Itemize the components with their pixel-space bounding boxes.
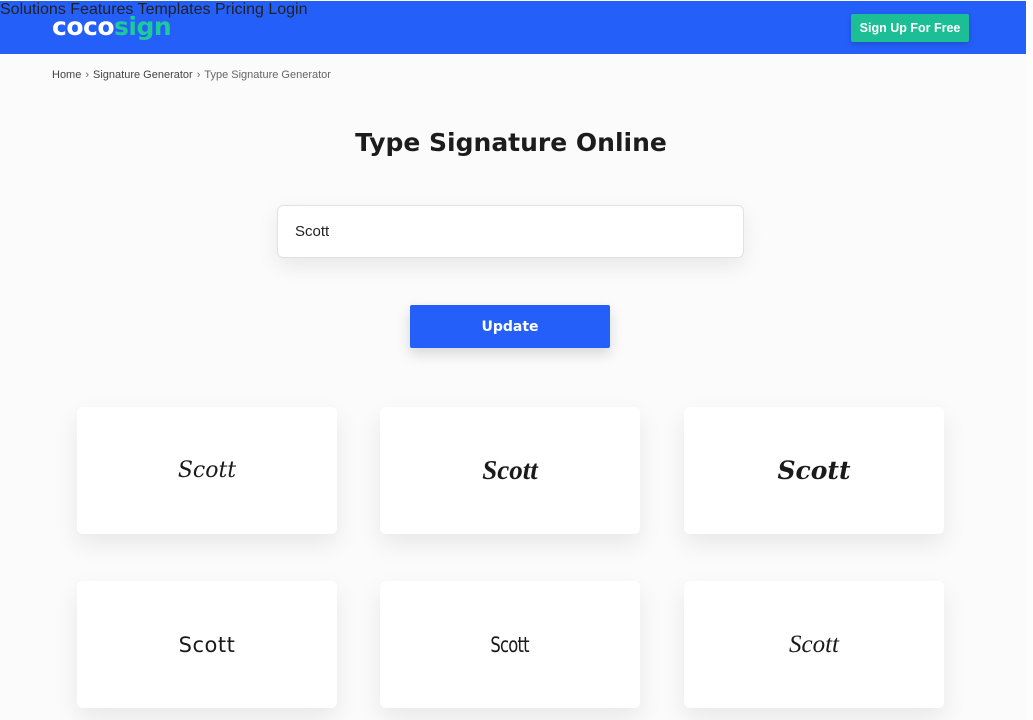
breadcrumb-signature-generator[interactable]: Signature Generator [93, 69, 193, 81]
breadcrumb-separator: › [196, 69, 201, 81]
cocosign-logo[interactable]: cocosign [52, 12, 172, 41]
breadcrumb: Home › Signature Generator › Type Signature … [52, 69, 331, 81]
breadcrumb-current: Type Signature Generator [204, 69, 331, 81]
nav-login[interactable]: Login [268, 1, 307, 18]
page-title: Type Signature Online [355, 128, 667, 157]
signature-card[interactable]: Scott [77, 581, 337, 708]
logo-text-sign: sign [114, 12, 172, 41]
signature-card[interactable]: Scott [380, 581, 640, 708]
signature-preview: Scott [777, 456, 851, 485]
update-button[interactable]: Update [410, 305, 610, 348]
logo-text-coco: coco [52, 12, 115, 41]
signature-preview: Scott [178, 632, 236, 657]
nav-pricing[interactable]: Pricing [215, 1, 264, 18]
breadcrumb-home[interactable]: Home [52, 69, 81, 81]
page: cocosign Solutions Features Templates Pr… [0, 0, 1026, 720]
top-navbar: cocosign Solutions Features Templates Pr… [0, 1, 1026, 54]
signature-card[interactable]: Scott [684, 581, 944, 708]
breadcrumb-separator: › [85, 69, 90, 81]
signature-preview: Scott [482, 455, 538, 485]
signature-preview: Scott [789, 630, 839, 658]
signature-card[interactable]: Scott [684, 407, 944, 534]
name-input[interactable] [277, 205, 744, 258]
signature-card[interactable]: Scott [380, 407, 640, 534]
signature-card[interactable]: Scott [77, 407, 337, 534]
signature-preview: Scott [490, 632, 530, 657]
sign-up-button[interactable]: Sign Up For Free [851, 14, 969, 42]
signature-preview: Scott [177, 458, 237, 483]
